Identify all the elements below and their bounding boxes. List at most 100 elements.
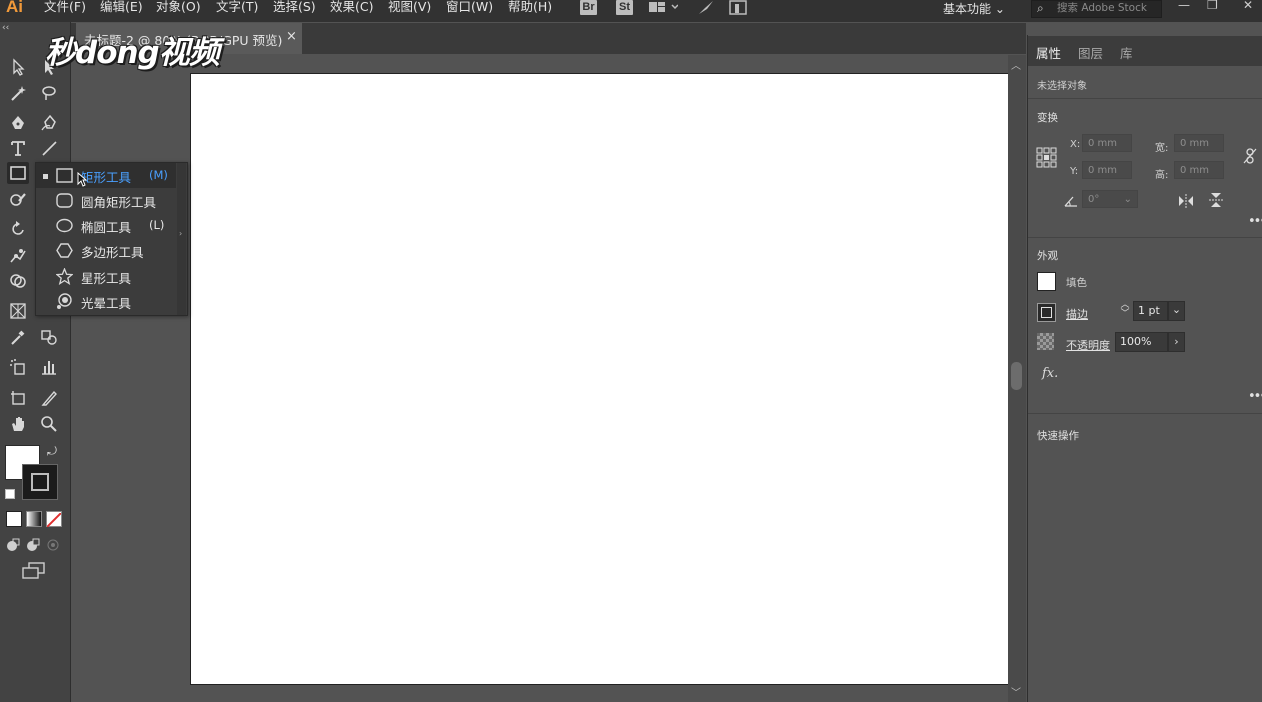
opacity-link[interactable]: 不透明度 (1066, 337, 1110, 353)
search-icon: ⌕ (1037, 1, 1044, 15)
collapse-panel-icon[interactable]: ‹‹ (2, 23, 9, 33)
color-mode-button[interactable] (6, 511, 22, 527)
effects-fx-button[interactable]: fx. (1042, 366, 1058, 381)
slice-knife-icon (41, 390, 57, 406)
x-field[interactable]: 0 mm (1082, 134, 1132, 152)
blend-tool[interactable] (38, 326, 60, 348)
gradient-mode-button[interactable] (26, 511, 42, 527)
pen-tool[interactable] (7, 112, 29, 134)
none-mode-button[interactable] (46, 511, 62, 528)
eyedropper-tool[interactable] (7, 326, 29, 348)
touch-workspace-button[interactable] (729, 0, 747, 15)
opacity-field[interactable]: 100% (1115, 332, 1168, 352)
selection-tool[interactable] (7, 56, 29, 78)
slice-tool[interactable] (38, 387, 60, 409)
symbol-sprayer-tool[interactable] (7, 356, 29, 378)
flip-horizontal-button[interactable] (1178, 193, 1194, 208)
flyout-item-polygon[interactable]: 多边形工具 (36, 238, 176, 263)
change-screen-mode-button[interactable] (22, 562, 46, 580)
tab-layers[interactable]: 图层 (1078, 43, 1103, 62)
chevron-down-icon: ⌄ (1123, 194, 1132, 205)
document-tab-close-button[interactable]: × (286, 29, 297, 44)
stroke-color-swatch[interactable] (22, 464, 58, 500)
width-field[interactable]: 0 mm (1174, 134, 1224, 152)
draw-normal-button[interactable] (6, 537, 20, 551)
more-options-icon[interactable]: ••• (1248, 389, 1262, 404)
artboard-tool[interactable] (7, 387, 29, 409)
close-window-button[interactable]: ✕ (1243, 0, 1253, 12)
gpu-performance-button[interactable] (697, 0, 715, 15)
x-label: X: (1070, 139, 1081, 150)
curvature-tool[interactable] (38, 112, 60, 134)
magic-wand-tool[interactable] (7, 82, 29, 104)
menu-file[interactable]: 文件(F) (44, 0, 86, 14)
tab-properties[interactable]: 属性 (1036, 43, 1061, 62)
menu-object[interactable]: 对象(O) (156, 0, 201, 14)
line-segment-icon (42, 141, 57, 156)
type-tool[interactable] (7, 137, 29, 159)
artboard[interactable] (190, 73, 1009, 685)
flyout-tearoff-strip[interactable]: › (177, 163, 186, 315)
tab-libraries[interactable]: 库 (1120, 43, 1133, 62)
swap-colors-icon[interactable]: ⤾ (47, 444, 57, 459)
rotate-angle-field[interactable]: 0° ⌄ (1082, 190, 1138, 208)
menu-view[interactable]: 视图(V) (388, 0, 431, 14)
reference-point-selector[interactable] (1036, 147, 1057, 168)
rotate-tool[interactable] (7, 218, 29, 240)
stroke-weight-field[interactable]: 1 pt (1133, 301, 1168, 321)
shape-builder-tool[interactable] (7, 270, 29, 292)
default-colors-icon[interactable] (5, 489, 15, 499)
y-field[interactable]: 0 mm (1082, 161, 1132, 179)
menu-select[interactable]: 选择(S) (273, 0, 316, 14)
flip-vertical-button[interactable] (1209, 192, 1223, 208)
scroll-up-icon[interactable]: ︿ (1011, 57, 1021, 72)
rotate-angle-value: 0° (1088, 194, 1100, 205)
stroke-link[interactable]: 描边 (1066, 306, 1088, 322)
menu-edit[interactable]: 编辑(E) (100, 0, 143, 14)
flyout-item-rounded-rectangle[interactable]: 圆角矩形工具 (36, 188, 176, 213)
zoom-tool[interactable] (38, 413, 60, 435)
shape-builder-icon (10, 274, 26, 288)
opacity-expand-button[interactable]: › (1168, 332, 1185, 352)
draw-inside-button[interactable] (46, 537, 60, 551)
draw-inside-icon (47, 539, 59, 551)
arrange-documents-button[interactable] (648, 0, 679, 14)
lasso-icon (42, 86, 56, 100)
scroll-down-icon[interactable]: ﹀ (1011, 684, 1021, 699)
magic-wand-icon (11, 86, 26, 101)
pen-icon (12, 116, 24, 129)
flyout-item-star[interactable]: 星形工具 (36, 264, 176, 289)
lasso-tool[interactable] (38, 82, 60, 104)
height-field[interactable]: 0 mm (1174, 161, 1224, 179)
menu-type[interactable]: 文字(T) (216, 0, 258, 14)
line-segment-tool[interactable] (38, 137, 60, 159)
column-graph-tool[interactable] (38, 356, 60, 378)
minimize-button[interactable]: — (1178, 0, 1190, 12)
stroke-weight-dropdown[interactable]: ⌄ (1168, 301, 1185, 321)
menu-help[interactable]: 帮助(H) (508, 0, 552, 14)
flyout-item-ellipse[interactable]: 椭圆工具 (L) (36, 213, 176, 238)
stroke-weight-stepper[interactable]: ︿ ﹀ (1118, 301, 1132, 321)
restore-button[interactable]: ❐ (1207, 0, 1218, 12)
bridge-button[interactable]: Br (580, 0, 597, 15)
fill-swatch[interactable] (1037, 272, 1056, 291)
flyout-item-rectangle[interactable]: 矩形工具 (M) (36, 163, 176, 188)
workspace-switcher[interactable]: 基本功能 ⌄ (943, 0, 1005, 17)
draw-behind-button[interactable] (26, 537, 40, 551)
stroke-swatch[interactable] (1037, 303, 1056, 322)
rectangle-tool[interactable] (7, 162, 29, 184)
menu-window[interactable]: 窗口(W) (446, 0, 493, 14)
flyout-item-flare[interactable]: 光晕工具 (36, 289, 176, 314)
menu-effect[interactable]: 效果(C) (330, 0, 373, 14)
more-options-icon[interactable]: ••• (1248, 214, 1262, 229)
perspective-grid-tool[interactable] (7, 300, 29, 322)
shaper-tool[interactable] (7, 188, 29, 210)
stock-button[interactable]: St (616, 0, 633, 15)
puppet-warp-tool[interactable] (7, 244, 29, 266)
hand-tool[interactable] (7, 413, 29, 435)
symbol-sprayer-icon (10, 359, 25, 375)
puppet-warp-icon (10, 249, 26, 263)
constrain-proportions-button[interactable] (1243, 148, 1257, 164)
stock-search-input[interactable] (1057, 2, 1157, 14)
scrollbar-thumb[interactable] (1011, 362, 1022, 390)
